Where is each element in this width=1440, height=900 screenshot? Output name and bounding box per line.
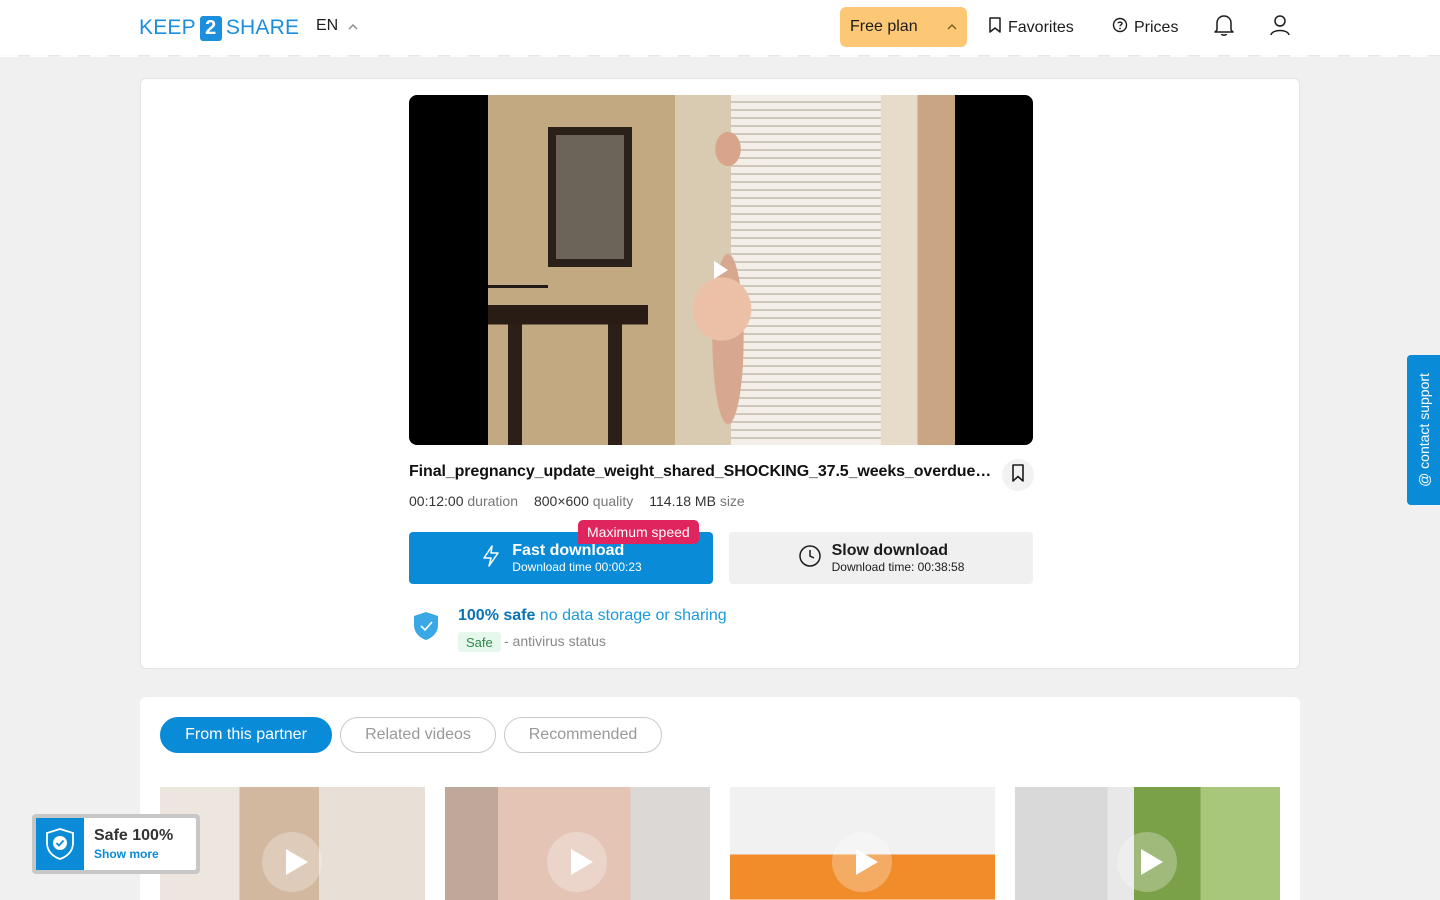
play-icon — [1141, 849, 1163, 875]
fast-download-time: Download time 00:00:23 — [512, 560, 642, 574]
play-icon — [856, 849, 878, 875]
keep2share-logo[interactable]: KEEP 2 SHARE — [139, 14, 299, 42]
lightning-icon — [480, 544, 502, 573]
play-icon[interactable] — [714, 261, 728, 279]
video-scene-mirror — [548, 127, 632, 267]
logo-keep: KEEP — [139, 16, 196, 39]
logo-share: SHARE — [225, 16, 300, 39]
play-icon — [571, 849, 593, 875]
slow-download-time: Download time: 00:38:58 — [831, 560, 965, 574]
size-label: size — [719, 493, 745, 509]
video-thumbnail[interactable] — [1015, 787, 1280, 900]
antivirus-status-label: - antivirus status — [504, 633, 606, 649]
quality-label: quality — [592, 493, 634, 509]
safety-light: no data storage or sharing — [539, 607, 727, 624]
play-icon — [286, 849, 308, 875]
bell-icon — [1213, 13, 1235, 42]
shield-check-icon — [413, 611, 439, 646]
safe-badge-inner: Safe 100% Show more — [36, 818, 196, 870]
maximum-speed-badge: Maximum speed — [578, 520, 699, 544]
fast-download-text: Fast download Download time 00:00:23 — [512, 542, 641, 574]
chevron-up-icon — [947, 22, 957, 33]
tab-related-videos[interactable]: Related videos — [340, 717, 496, 753]
language-label: EN — [316, 17, 339, 34]
clock-icon — [798, 544, 822, 573]
notifications-button[interactable] — [1212, 13, 1236, 42]
duration-label: duration — [467, 493, 518, 509]
contact-support-tab[interactable]: @ contact support — [1407, 355, 1440, 505]
tab-recommended[interactable]: Recommended — [504, 717, 662, 753]
slow-download-button[interactable]: Slow download Download time: 00:38:58 — [729, 532, 1033, 584]
video-thumbnail[interactable] — [730, 787, 995, 900]
bookmark-icon — [988, 17, 1002, 38]
duration-value: 00:12:00 — [409, 493, 464, 509]
file-card: Final_pregnancy_update_weight_shared_SHO… — [140, 78, 1300, 669]
prices-link[interactable]: Prices — [1112, 17, 1178, 38]
bookmark-icon — [1011, 463, 1025, 487]
favorites-link[interactable]: Favorites — [988, 17, 1074, 38]
free-plan-button[interactable]: Free plan — [840, 7, 967, 47]
video-thumbnail[interactable] — [445, 787, 710, 900]
safe-badge-show-more[interactable]: Show more — [94, 847, 173, 861]
account-button[interactable] — [1268, 13, 1292, 42]
user-icon — [1269, 13, 1291, 42]
chevron-up-icon — [348, 22, 358, 33]
language-selector[interactable]: EN — [316, 17, 358, 35]
safety-strong: 100% safe — [458, 607, 536, 624]
video-scene-person — [636, 119, 826, 445]
meta-duration: 00:12:00 duration — [409, 493, 518, 509]
video-scene-chair — [488, 305, 648, 445]
add-to-favorites-button[interactable] — [1002, 459, 1034, 491]
meta-size: 114.18 MB size — [649, 493, 744, 509]
safe-100-badge[interactable]: Safe 100% Show more — [32, 814, 200, 874]
help-circle-icon — [1112, 17, 1128, 38]
meta-quality: 800×600 quality — [534, 493, 633, 509]
prices-label: Prices — [1134, 18, 1179, 36]
fast-download-title: Fast download — [512, 542, 625, 559]
safe-badge-text: Safe 100% Show more — [84, 827, 173, 861]
video-player[interactable] — [409, 95, 1033, 445]
free-plan-label: Free plan — [850, 18, 918, 35]
antivirus-safe-tag: Safe — [458, 632, 501, 652]
favorites-label: Favorites — [1008, 18, 1074, 36]
slow-download-text: Slow download Download time: 00:38:58 — [832, 542, 965, 574]
tab-from-this-partner[interactable]: From this partner — [160, 717, 332, 753]
logo-two: 2 — [199, 15, 222, 41]
contact-support-label: @ contact support — [1415, 373, 1432, 487]
top-header: KEEP 2 SHARE EN Free plan Favorites Pric… — [0, 0, 1440, 56]
header-divider — [0, 55, 1440, 57]
quality-value: 800×600 — [533, 493, 589, 509]
slow-download-title: Slow download — [831, 542, 949, 559]
size-value: 114.18 MB — [649, 493, 716, 509]
file-name: Final_pregnancy_update_weight_shared_SHO… — [409, 463, 999, 480]
safety-statement: 100% safe no data storage or sharing — [458, 607, 727, 625]
shield-check-icon — [36, 818, 84, 870]
file-meta: 00:12:00 duration 800×600 quality 114.18… — [409, 493, 745, 509]
safe-badge-title: Safe 100% — [94, 827, 174, 844]
related-videos-card: From this partner Related videos Recomme… — [140, 697, 1300, 900]
